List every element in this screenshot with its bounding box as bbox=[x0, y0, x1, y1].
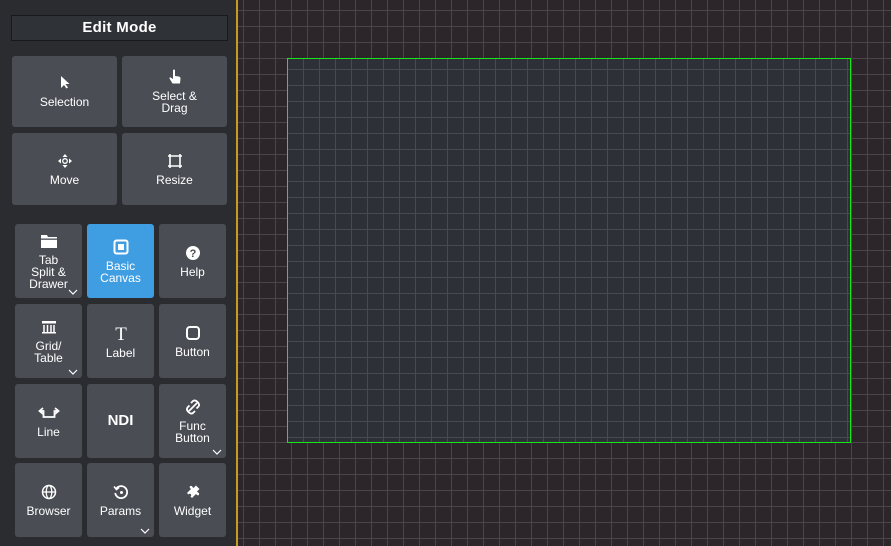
grid-table-button[interactable]: Grid/ Table bbox=[15, 304, 82, 378]
label-widget-label: Label bbox=[105, 345, 136, 360]
resize-label: Resize bbox=[156, 172, 193, 187]
svg-text:?: ? bbox=[189, 248, 196, 260]
label-widget-button[interactable]: T Label bbox=[87, 304, 154, 378]
select-drag-tool-button[interactable]: Select & Drag bbox=[122, 56, 227, 127]
puzzle-piece-icon bbox=[185, 484, 201, 502]
browser-widget-label: Browser bbox=[26, 503, 71, 518]
browser-widget-button[interactable]: Browser bbox=[15, 463, 82, 537]
svg-text:T: T bbox=[115, 324, 127, 342]
resize-frame-icon bbox=[167, 153, 183, 171]
widget-button[interactable]: Widget bbox=[159, 463, 226, 537]
globe-icon bbox=[41, 484, 57, 502]
params-widget-button[interactable]: Params bbox=[87, 463, 154, 537]
params-widget-label: Params bbox=[99, 503, 142, 518]
folder-tab-icon bbox=[40, 233, 58, 251]
workspace-grid[interactable] bbox=[238, 0, 891, 546]
selection-tool-button[interactable]: Selection bbox=[12, 56, 117, 127]
link-slash-icon bbox=[185, 399, 201, 417]
chevron-down-icon bbox=[140, 528, 150, 534]
func-button-widget-button[interactable]: Func Button bbox=[159, 384, 226, 458]
text-t-icon: T bbox=[113, 324, 129, 344]
func-button-label: Func Button bbox=[175, 418, 210, 445]
button-widget-label: Button bbox=[175, 344, 210, 359]
tab-split-drawer-button[interactable]: Tab Split & Drawer bbox=[15, 224, 82, 298]
ndi-widget-label: NDI bbox=[107, 412, 134, 429]
basic-canvas-frame[interactable] bbox=[287, 58, 851, 443]
canvas-square-icon bbox=[113, 239, 129, 257]
ndi-widget-button[interactable]: NDI bbox=[87, 384, 154, 458]
history-circle-icon bbox=[112, 484, 129, 502]
line-connector-icon bbox=[37, 405, 60, 423]
widget-label: Widget bbox=[173, 503, 212, 518]
line-widget-label: Line bbox=[37, 424, 60, 439]
move-tool-button[interactable]: Move bbox=[12, 133, 117, 205]
selection-label: Selection bbox=[39, 95, 90, 109]
select-drag-label: Select & Drag bbox=[152, 89, 197, 115]
line-widget-button[interactable]: Line bbox=[15, 384, 82, 458]
chevron-down-icon bbox=[68, 289, 78, 295]
grid-table-icon bbox=[41, 319, 57, 337]
basic-canvas-button[interactable]: Basic Canvas bbox=[87, 224, 154, 298]
help-label: Help bbox=[180, 264, 205, 279]
resize-tool-button[interactable]: Resize bbox=[122, 133, 227, 205]
help-circle-icon: ? bbox=[185, 245, 201, 263]
button-outline-icon bbox=[185, 325, 201, 343]
help-button[interactable]: ? Help bbox=[159, 224, 226, 298]
chevron-down-icon bbox=[68, 369, 78, 375]
button-widget-button[interactable]: Button bbox=[159, 304, 226, 378]
chevron-down-icon bbox=[212, 449, 222, 455]
basic-canvas-label: Basic Canvas bbox=[100, 258, 141, 285]
cursor-arrow-icon bbox=[59, 75, 71, 93]
panel-title: Edit Mode bbox=[11, 15, 228, 41]
edit-mode-panel: Edit Mode Selection Select & Drag Move R… bbox=[0, 0, 236, 546]
move-arrows-icon bbox=[57, 153, 73, 171]
hand-pointer-icon bbox=[168, 69, 182, 87]
move-label: Move bbox=[49, 172, 80, 187]
grid-table-label: Grid/ Table bbox=[34, 338, 63, 365]
tab-split-drawer-label: Tab Split & Drawer bbox=[29, 252, 68, 291]
